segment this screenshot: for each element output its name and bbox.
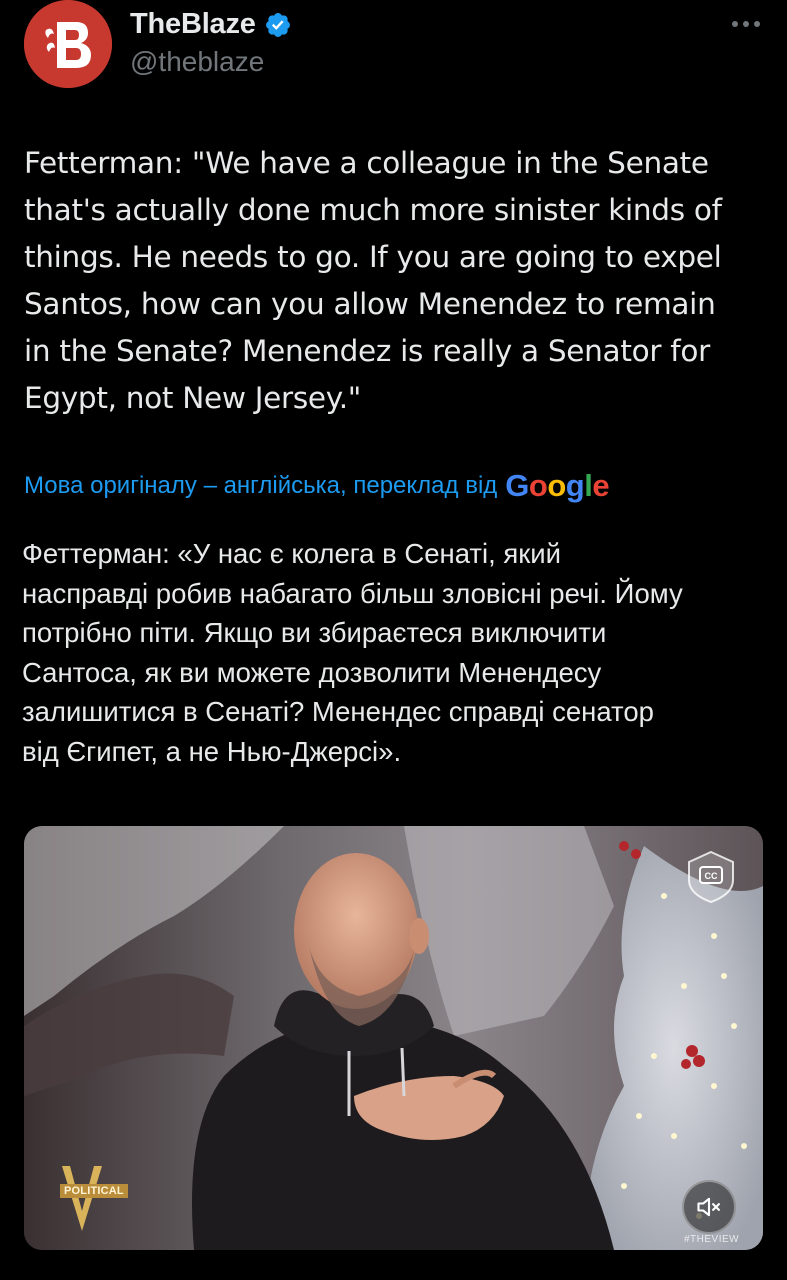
google-logo-letter: o — [547, 468, 566, 503]
hashtag-watermark: #THEVIEW — [684, 1234, 740, 1245]
show-badge: POLITICAL — [60, 1184, 128, 1198]
closed-captions-icon: CC — [688, 850, 734, 904]
more-dot-icon — [743, 21, 749, 27]
google-logo-letter: o — [528, 468, 548, 503]
author-name-row: TheBlaze — [130, 8, 292, 41]
google-logo: Google — [505, 468, 609, 504]
google-logo-letter: G — [505, 468, 529, 503]
google-logo-letter: l — [584, 468, 593, 503]
author-handle[interactable]: @theblaze — [130, 46, 264, 78]
avatar[interactable] — [24, 0, 112, 88]
mute-toggle-button[interactable] — [682, 1180, 736, 1234]
google-logo-letter: g — [565, 468, 585, 503]
verified-badge-icon — [264, 11, 292, 39]
author-display-name[interactable]: TheBlaze — [130, 8, 256, 41]
translation-note[interactable]: Мова оригіналу – англійська, переклад ві… — [24, 472, 497, 500]
more-dot-icon — [732, 21, 738, 27]
more-options-button[interactable] — [724, 12, 768, 36]
more-dot-icon — [754, 21, 760, 27]
theblaze-logo-icon — [24, 0, 112, 88]
video-player[interactable]: POLITICAL CC #THEVIEW — [24, 826, 763, 1250]
tweet-detail-page: TheBlaze @theblaze Fetterman: "We have a… — [0, 0, 787, 1280]
translated-text: Феттерман: «У нас є колега в Сенаті, яки… — [22, 538, 683, 767]
closed-captions-button[interactable]: CC — [683, 848, 739, 904]
tweet-header: TheBlaze @theblaze — [0, 0, 787, 110]
tweet-text: Fetterman: "We have a colleague in the S… — [24, 146, 722, 415]
speaker-muted-icon — [697, 1197, 720, 1217]
translation-notice[interactable]: Мова оригіналу – англійська, переклад ві… — [24, 468, 610, 504]
google-logo-letter: e — [592, 468, 610, 503]
svg-text:CC: CC — [705, 871, 718, 881]
video-frame — [24, 826, 763, 1250]
